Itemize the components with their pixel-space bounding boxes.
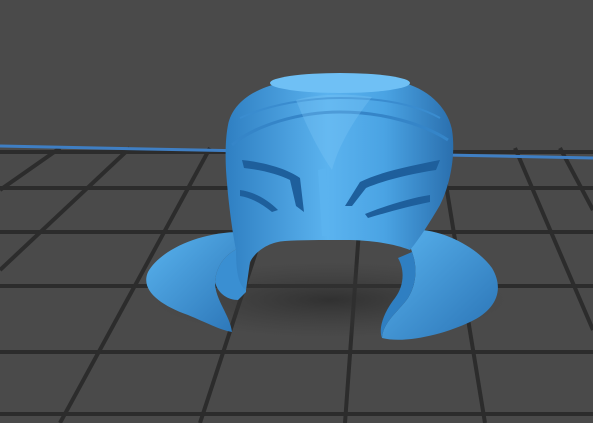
- helmet-top-cap: [270, 73, 410, 93]
- viewport-canvas[interactable]: [0, 0, 593, 423]
- 3d-viewport[interactable]: [0, 0, 593, 423]
